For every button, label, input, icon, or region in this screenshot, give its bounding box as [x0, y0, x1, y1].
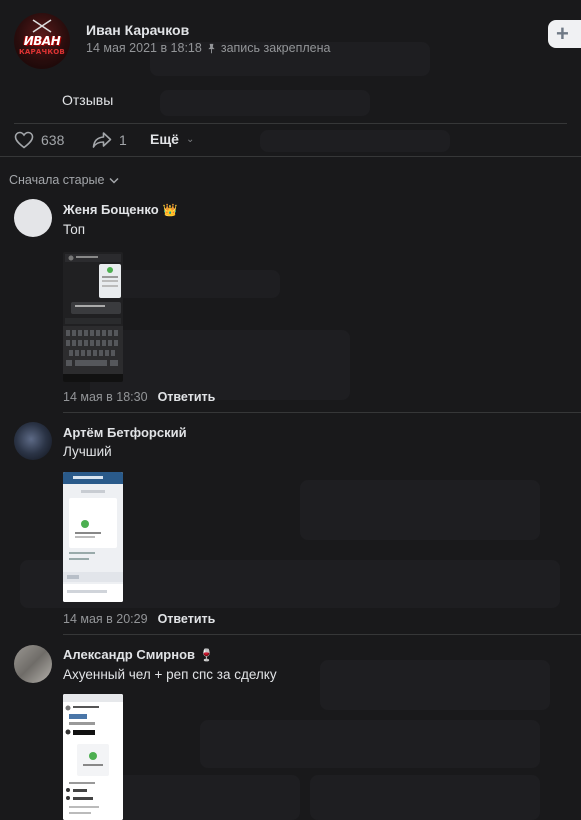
comment-text: Лучший: [63, 444, 112, 459]
crown-icon: 👑: [162, 203, 178, 217]
post-meta: 14 мая 2021 в 18:18 запись закреплена: [86, 41, 330, 55]
more-label: Ещё: [150, 131, 179, 147]
avatar-logo-subtext: КАРАЧКОВ: [19, 48, 65, 56]
divider: [63, 412, 581, 413]
pinned-label: запись закреплена: [220, 41, 331, 55]
wine-glass-icon: 🍷: [199, 648, 214, 662]
more-button[interactable]: Ещё ⌄: [150, 131, 194, 147]
plus-icon: +: [556, 21, 569, 46]
comment-footer: 14 мая в 20:29 Ответить: [63, 612, 215, 626]
comment-footer: 14 мая в 18:30 Ответить: [63, 390, 215, 404]
commenter-avatar[interactable]: [14, 422, 52, 460]
commenter-avatar[interactable]: [14, 645, 52, 683]
phone-screenshot: [63, 252, 123, 382]
share-button[interactable]: 1: [92, 131, 127, 149]
add-button[interactable]: +: [548, 20, 581, 48]
reply-button[interactable]: Ответить: [158, 612, 216, 626]
sort-dropdown[interactable]: Сначала старые: [9, 173, 119, 187]
divider: [63, 634, 581, 635]
author-avatar[interactable]: ИВАН КАРАЧКОВ: [14, 13, 70, 69]
comment-attachment-image[interactable]: [63, 472, 123, 602]
commenter-name[interactable]: Александр Смирнов 🍷: [63, 647, 214, 662]
divider: [0, 156, 581, 157]
heart-icon: [14, 131, 34, 149]
like-count: 638: [41, 132, 65, 148]
comment-attachment-image[interactable]: [63, 694, 123, 820]
comment-text: Ахуенный чел + реп спс за сделку: [63, 667, 277, 682]
avatar-logo-text: ИВАН: [23, 34, 61, 48]
post-date[interactable]: 14 мая 2021 в 18:18: [86, 41, 202, 55]
divider: [14, 123, 567, 124]
commenter-name[interactable]: Артём Бетфорский: [63, 425, 187, 440]
post-header: ИВАН КАРАЧКОВ Иван Карачков 14 мая 2021 …: [0, 0, 581, 80]
sort-label: Сначала старые: [9, 173, 105, 187]
comment-time[interactable]: 14 мая в 18:30: [63, 390, 148, 404]
commenter-name[interactable]: Женя Бощенко 👑: [63, 202, 178, 217]
chevron-down-icon: [109, 177, 119, 184]
phone-screenshot: [63, 694, 123, 820]
reply-button[interactable]: Ответить: [158, 390, 216, 404]
comment-attachment-image[interactable]: [63, 252, 123, 382]
share-icon: [92, 132, 112, 148]
comment-time[interactable]: 14 мая в 20:29: [63, 612, 148, 626]
pin-icon: [208, 43, 215, 53]
commenter-avatar[interactable]: [14, 199, 52, 237]
phone-screenshot: [63, 472, 123, 602]
swords-icon: [32, 19, 52, 33]
like-button[interactable]: 638: [14, 131, 64, 149]
post-author-name[interactable]: Иван Карачков: [86, 22, 189, 38]
comment-text: Топ: [63, 222, 86, 237]
post-text: Отзывы: [62, 92, 114, 108]
share-count: 1: [119, 132, 127, 148]
chevron-down-icon: ⌄: [185, 133, 195, 145]
